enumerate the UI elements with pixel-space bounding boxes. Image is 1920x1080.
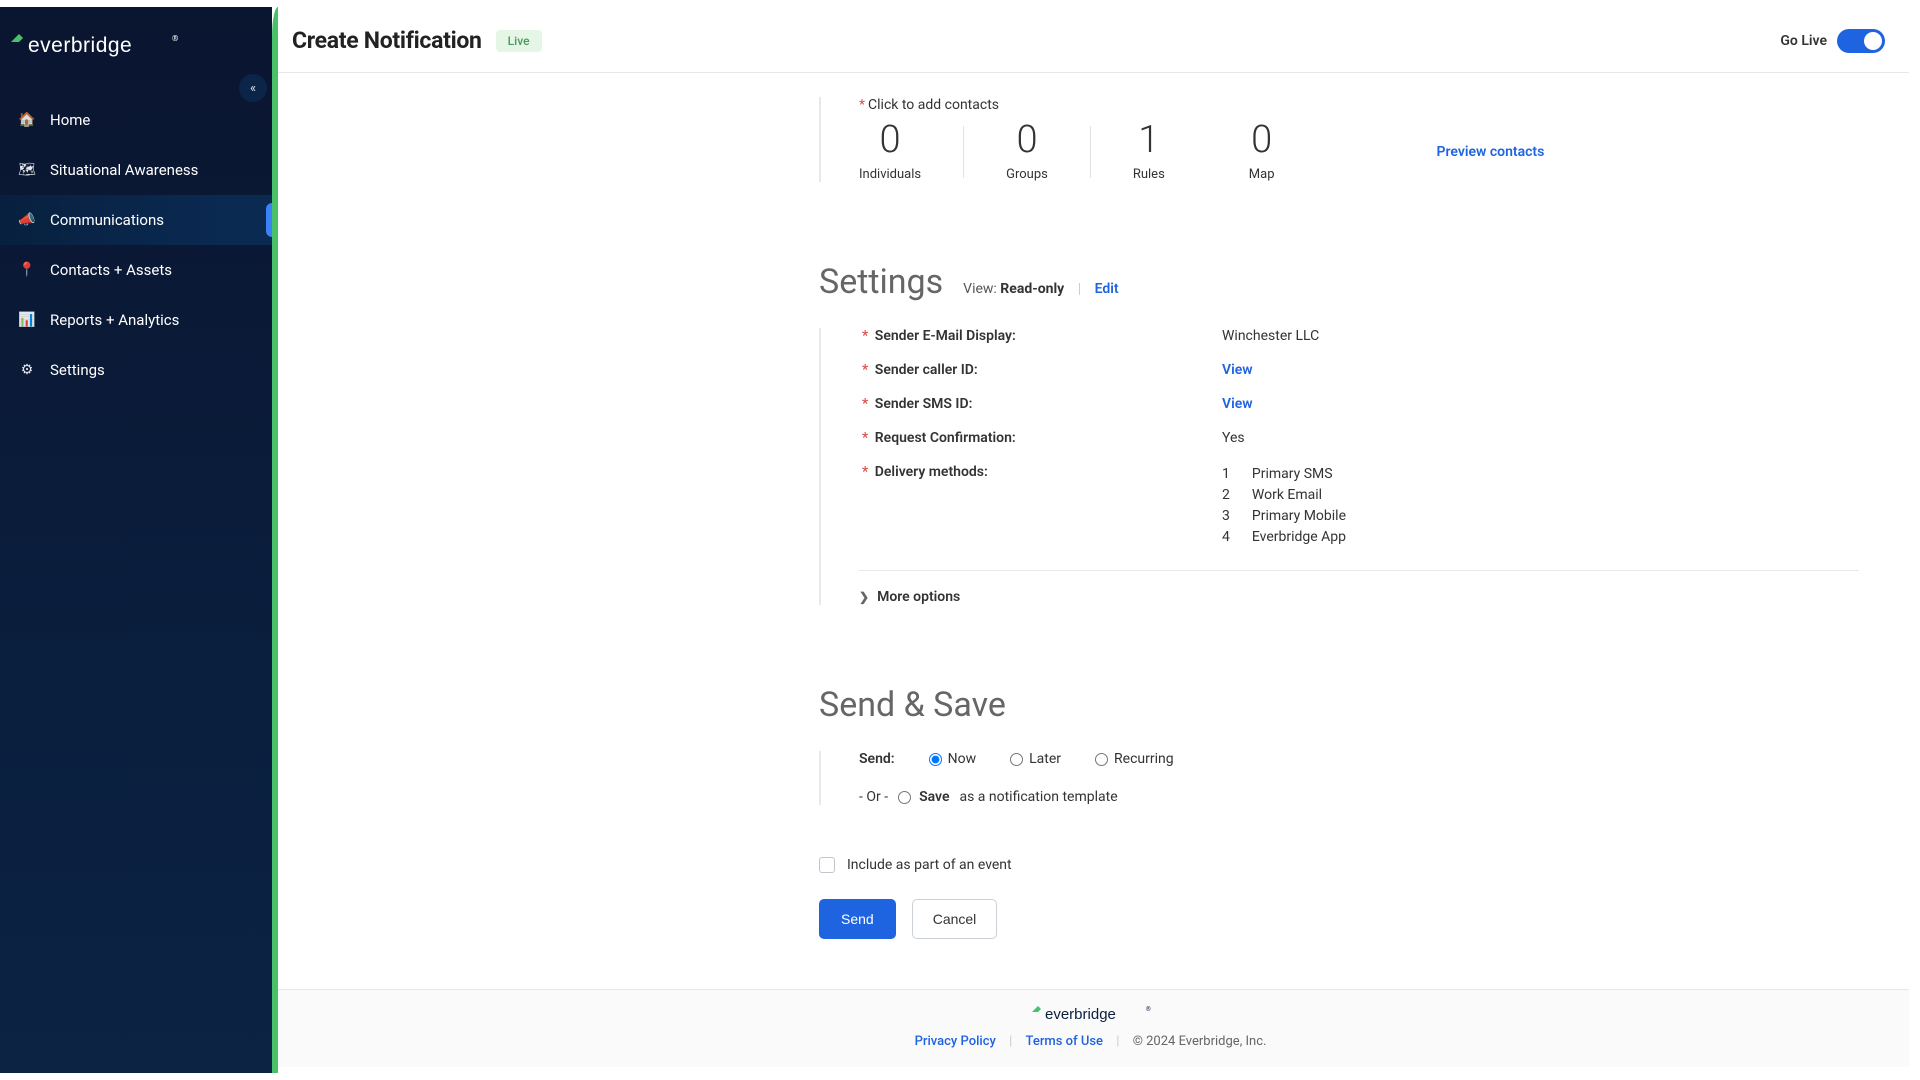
send-option-recurring[interactable]: Recurring <box>1095 751 1174 767</box>
view-sms-id-link[interactable]: View <box>1222 396 1253 412</box>
stat-label: Groups <box>1006 167 1048 182</box>
chart-icon: 📊 <box>18 312 36 328</box>
edit-settings-link[interactable]: Edit <box>1095 281 1119 297</box>
sidebar-item-label: Settings <box>50 361 105 379</box>
send-button[interactable]: Send <box>819 899 896 939</box>
sidebar-item-settings[interactable]: ⚙ Settings <box>0 345 272 395</box>
pin-icon: 📍 <box>18 262 36 278</box>
stat-label: Map <box>1249 167 1275 182</box>
sidebar-item-home[interactable]: 🏠 Home <box>0 95 272 145</box>
main-content: Create Notification Live Go Live *Click … <box>272 7 1909 1073</box>
setting-value-confirmation: Yes <box>1222 430 1859 446</box>
setting-label-delivery: * Delivery methods: <box>862 464 1222 548</box>
send-save-header: Send & Save <box>272 685 1909 725</box>
megaphone-icon: 📣 <box>18 212 36 228</box>
stat-label: Individuals <box>859 167 921 182</box>
separator: | <box>1078 281 1081 297</box>
send-option-now[interactable]: Now <box>929 751 977 767</box>
stat-map[interactable]: 0 Map <box>1207 121 1317 182</box>
stat-value: 0 <box>880 121 901 159</box>
privacy-policy-link[interactable]: Privacy Policy <box>915 1034 996 1049</box>
stat-label: Rules <box>1133 167 1165 182</box>
stat-value: 0 <box>1251 121 1272 159</box>
home-icon: 🏠 <box>18 112 36 128</box>
svg-text:everbridge: everbridge <box>1045 1006 1116 1023</box>
view-value: Read-only <box>1000 281 1064 297</box>
sidebar-item-label: Communications <box>50 211 164 229</box>
view-label: View: <box>963 281 997 297</box>
brand-text: everbridge <box>28 34 132 57</box>
radio-now[interactable] <box>929 753 942 766</box>
send-option-later[interactable]: Later <box>1010 751 1061 767</box>
sidebar-item-contacts-assets[interactable]: 📍 Contacts + Assets <box>0 245 272 295</box>
save-template-suffix: as a notification template <box>959 789 1117 805</box>
stat-value: 1 <box>1138 121 1159 159</box>
or-label: - Or - <box>859 789 888 805</box>
save-template-option[interactable]: Save <box>898 789 949 805</box>
go-live-label: Go Live <box>1780 33 1827 49</box>
separator: | <box>1009 1034 1012 1049</box>
radio-save[interactable] <box>898 791 911 804</box>
sidebar-item-communications[interactable]: 📣 Communications <box>0 195 272 245</box>
chevron-right-icon: ❯ <box>859 590 869 604</box>
map-icon: 🗺 <box>18 162 36 178</box>
separator: | <box>1116 1034 1119 1049</box>
section-title: Send & Save <box>819 685 1006 725</box>
radio-later[interactable] <box>1010 753 1023 766</box>
sidebar-item-label: Situational Awareness <box>50 161 198 179</box>
delivery-row: 3Primary Mobile <box>1222 506 1859 527</box>
preview-contacts-link[interactable]: Preview contacts <box>1437 144 1545 160</box>
send-label: Send: <box>859 751 895 767</box>
stat-rules[interactable]: 1 Rules <box>1091 121 1207 182</box>
stat-individuals[interactable]: 0 Individuals <box>859 121 963 182</box>
setting-label-sms-id: * Sender SMS ID: <box>862 396 1222 412</box>
sidebar-item-label: Reports + Analytics <box>50 311 179 329</box>
cancel-button[interactable]: Cancel <box>912 899 998 939</box>
radio-recurring[interactable] <box>1095 753 1108 766</box>
terms-of-use-link[interactable]: Terms of Use <box>1026 1034 1103 1049</box>
chevron-double-left-icon: « <box>250 81 256 96</box>
section-title: Settings <box>819 262 943 302</box>
settings-header: Settings View: Read-only | Edit <box>272 262 1909 302</box>
sidebar-item-label: Home <box>50 111 90 129</box>
delivery-methods-list: 1Primary SMS 2Work Email 3Primary Mobile… <box>1222 464 1859 548</box>
topbar: Create Notification Live Go Live <box>272 7 1909 73</box>
stat-groups[interactable]: 0 Groups <box>964 121 1090 182</box>
delivery-row: 1Primary SMS <box>1222 464 1859 485</box>
live-badge: Live <box>496 30 542 52</box>
setting-label-caller-id: * Sender caller ID: <box>862 362 1222 378</box>
sidebar-item-reports-analytics[interactable]: 📊 Reports + Analytics <box>0 295 272 345</box>
sidebar-collapse-button[interactable]: « <box>239 74 267 102</box>
add-contacts-hint[interactable]: *Click to add contacts <box>859 97 1859 113</box>
footer: everbridge ® Privacy Policy | Terms of U… <box>272 989 1909 1067</box>
required-marker: * <box>859 97 865 113</box>
sidebar-item-label: Contacts + Assets <box>50 261 172 279</box>
brand-logo: everbridge ® <box>0 7 272 89</box>
sidebar-item-situational-awareness[interactable]: 🗺 Situational Awareness <box>0 145 272 195</box>
go-live-toggle[interactable] <box>1837 29 1885 53</box>
svg-text:®: ® <box>1146 1006 1151 1013</box>
setting-label-email-display: * Sender E-Mail Display: <box>862 328 1222 344</box>
sidebar: everbridge ® « 🏠 Home 🗺 Situational Awar… <box>0 7 272 1073</box>
copyright-text: © 2024 Everbridge, Inc. <box>1133 1034 1267 1049</box>
footer-logo: everbridge ® <box>272 1004 1909 1028</box>
divider <box>859 570 1859 571</box>
include-event-label: Include as part of an event <box>847 857 1012 873</box>
more-options-toggle[interactable]: ❯ More options <box>859 589 1859 605</box>
include-event-checkbox[interactable] <box>819 857 835 873</box>
delivery-row: 2Work Email <box>1222 485 1859 506</box>
setting-value-email-display: Winchester LLC <box>1222 328 1859 344</box>
view-caller-id-link[interactable]: View <box>1222 362 1253 378</box>
page-title: Create Notification <box>292 27 482 54</box>
setting-label-confirmation: * Request Confirmation: <box>862 430 1222 446</box>
delivery-row: 4Everbridge App <box>1222 527 1859 548</box>
svg-text:®: ® <box>172 34 178 43</box>
gear-icon: ⚙ <box>18 362 36 378</box>
stat-value: 0 <box>1016 121 1037 159</box>
